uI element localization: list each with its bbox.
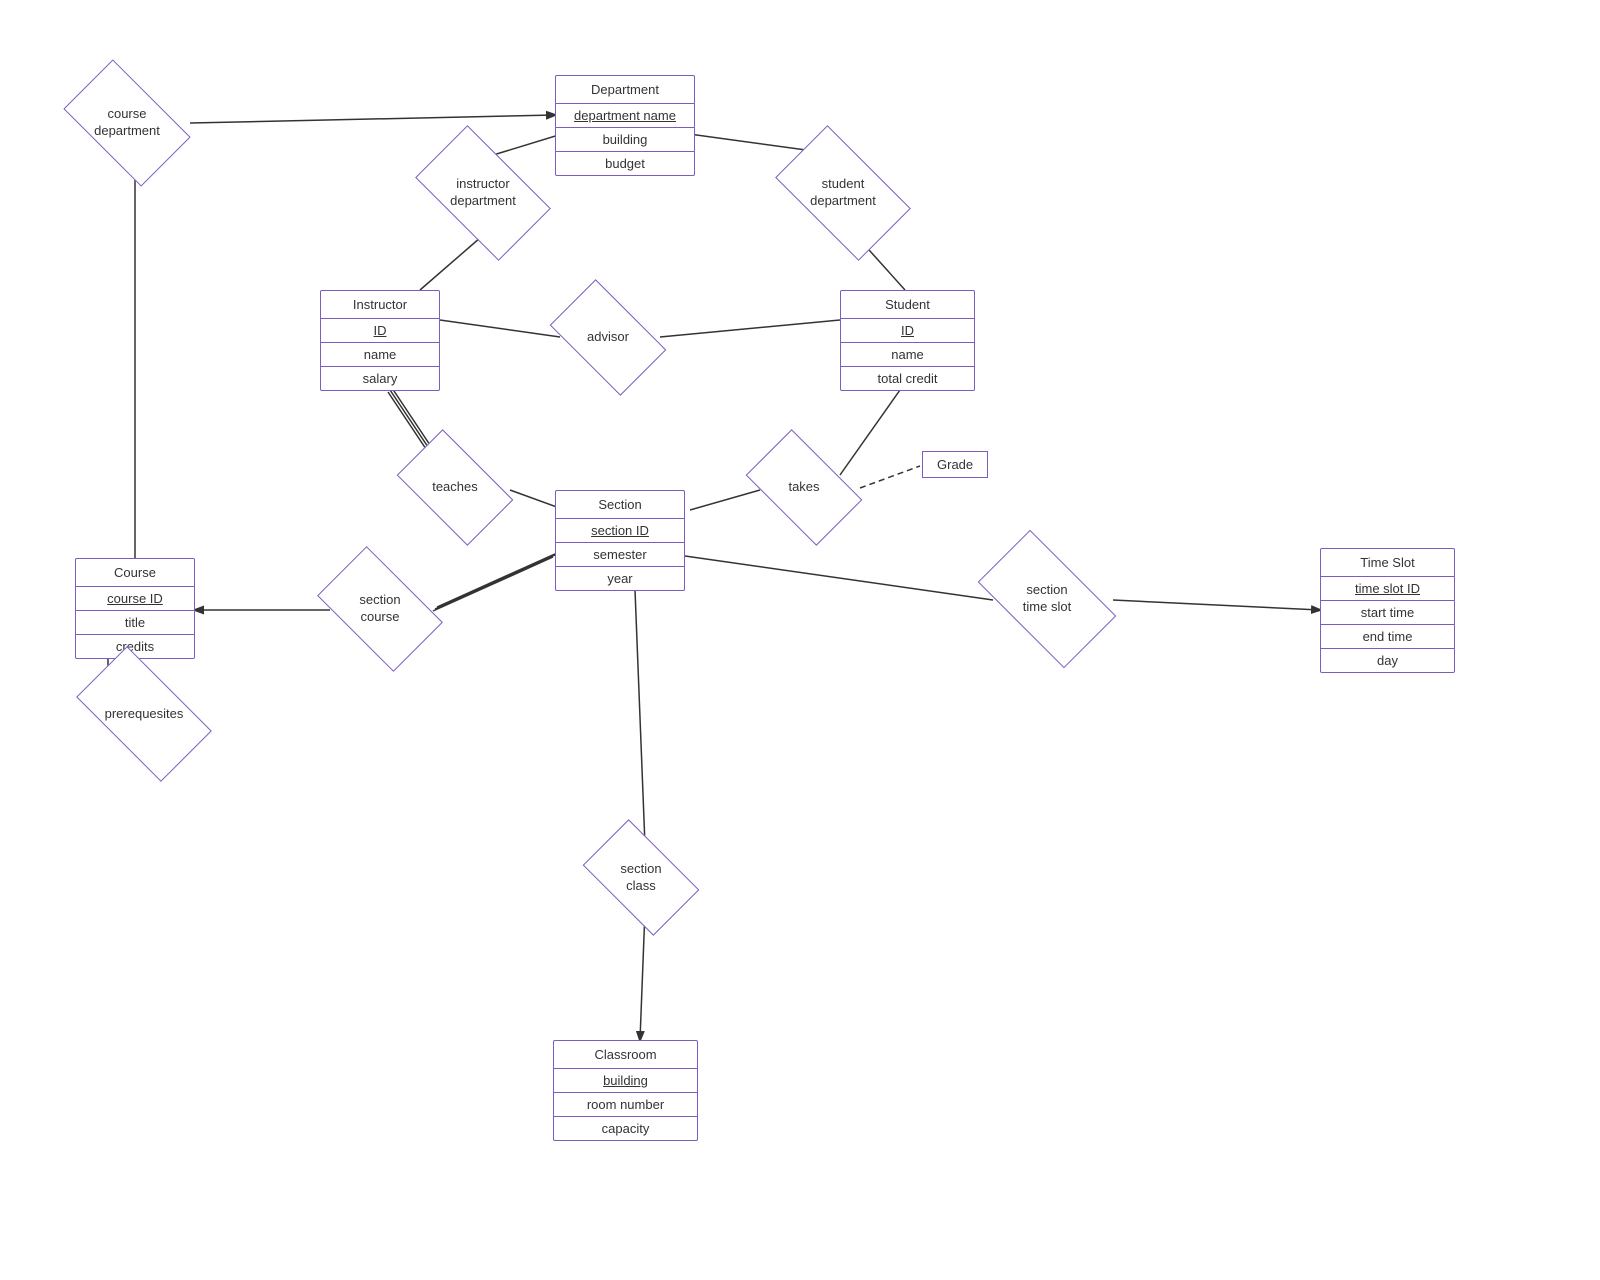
student-entity: Student ID name total credit	[840, 290, 975, 391]
course-title: Course	[76, 559, 194, 587]
takes-diamond: takes	[754, 455, 854, 520]
takes-label: takes	[788, 479, 819, 496]
instructor-entity: Instructor ID name salary	[320, 290, 440, 391]
department-attr-budget: budget	[556, 152, 694, 175]
prerequesites-diamond: prerequesites	[84, 678, 204, 750]
classroom-attr-roomnum: room number	[554, 1093, 697, 1117]
instructor-attr-salary: salary	[321, 367, 439, 390]
timeslot-attr-end: end time	[1321, 625, 1454, 649]
timeslot-entity: Time Slot time slot ID start time end ti…	[1320, 548, 1455, 673]
advisor-diamond: advisor	[558, 305, 658, 370]
section-entity: Section section ID semester year	[555, 490, 685, 591]
instructor-attr-id: ID	[321, 319, 439, 343]
section-course-label: sectioncourse	[359, 592, 400, 626]
course-department-diamond: coursedepartment	[72, 88, 182, 158]
classroom-entity: Classroom building room number capacity	[553, 1040, 698, 1141]
student-attr-name: name	[841, 343, 974, 367]
section-title: Section	[556, 491, 684, 519]
timeslot-title: Time Slot	[1321, 549, 1454, 577]
course-entity: Course course ID title credits	[75, 558, 195, 659]
section-attr-id: section ID	[556, 519, 684, 543]
classroom-attr-building: building	[554, 1069, 697, 1093]
instructor-attr-name: name	[321, 343, 439, 367]
department-title: Department	[556, 76, 694, 104]
student-attr-totalcredit: total credit	[841, 367, 974, 390]
advisor-label: advisor	[587, 329, 629, 346]
section-class-label: sectionclass	[620, 861, 661, 895]
student-title: Student	[841, 291, 974, 319]
course-attr-id: course ID	[76, 587, 194, 611]
section-attr-year: year	[556, 567, 684, 590]
department-entity: Department department name building budg…	[555, 75, 695, 176]
student-department-diamond: studentdepartment	[784, 156, 902, 230]
student-department-label: studentdepartment	[810, 176, 876, 210]
grade-box: Grade	[922, 451, 988, 478]
classroom-title: Classroom	[554, 1041, 697, 1069]
department-attr-name: department name	[556, 104, 694, 128]
teaches-label: teaches	[432, 479, 478, 496]
section-timeslot-label: sectiontime slot	[1023, 582, 1071, 616]
grade-label: Grade	[937, 457, 973, 472]
instructor-title: Instructor	[321, 291, 439, 319]
section-timeslot-diamond: sectiontime slot	[986, 562, 1108, 636]
section-class-diamond: sectionclass	[591, 845, 691, 910]
section-course-diamond: sectioncourse	[326, 574, 434, 644]
department-attr-building: building	[556, 128, 694, 152]
timeslot-attr-id: time slot ID	[1321, 577, 1454, 601]
er-diagram: Department department name building budg…	[0, 0, 1600, 1280]
course-department-label: coursedepartment	[94, 106, 160, 140]
section-attr-semester: semester	[556, 543, 684, 567]
instructor-department-label: instructordepartment	[450, 176, 516, 210]
instructor-department-diamond: instructordepartment	[424, 156, 542, 230]
timeslot-attr-start: start time	[1321, 601, 1454, 625]
timeslot-attr-day: day	[1321, 649, 1454, 672]
student-attr-id: ID	[841, 319, 974, 343]
classroom-attr-capacity: capacity	[554, 1117, 697, 1140]
teaches-diamond: teaches	[405, 455, 505, 520]
prerequesites-label: prerequesites	[105, 706, 184, 723]
course-attr-title: title	[76, 611, 194, 635]
